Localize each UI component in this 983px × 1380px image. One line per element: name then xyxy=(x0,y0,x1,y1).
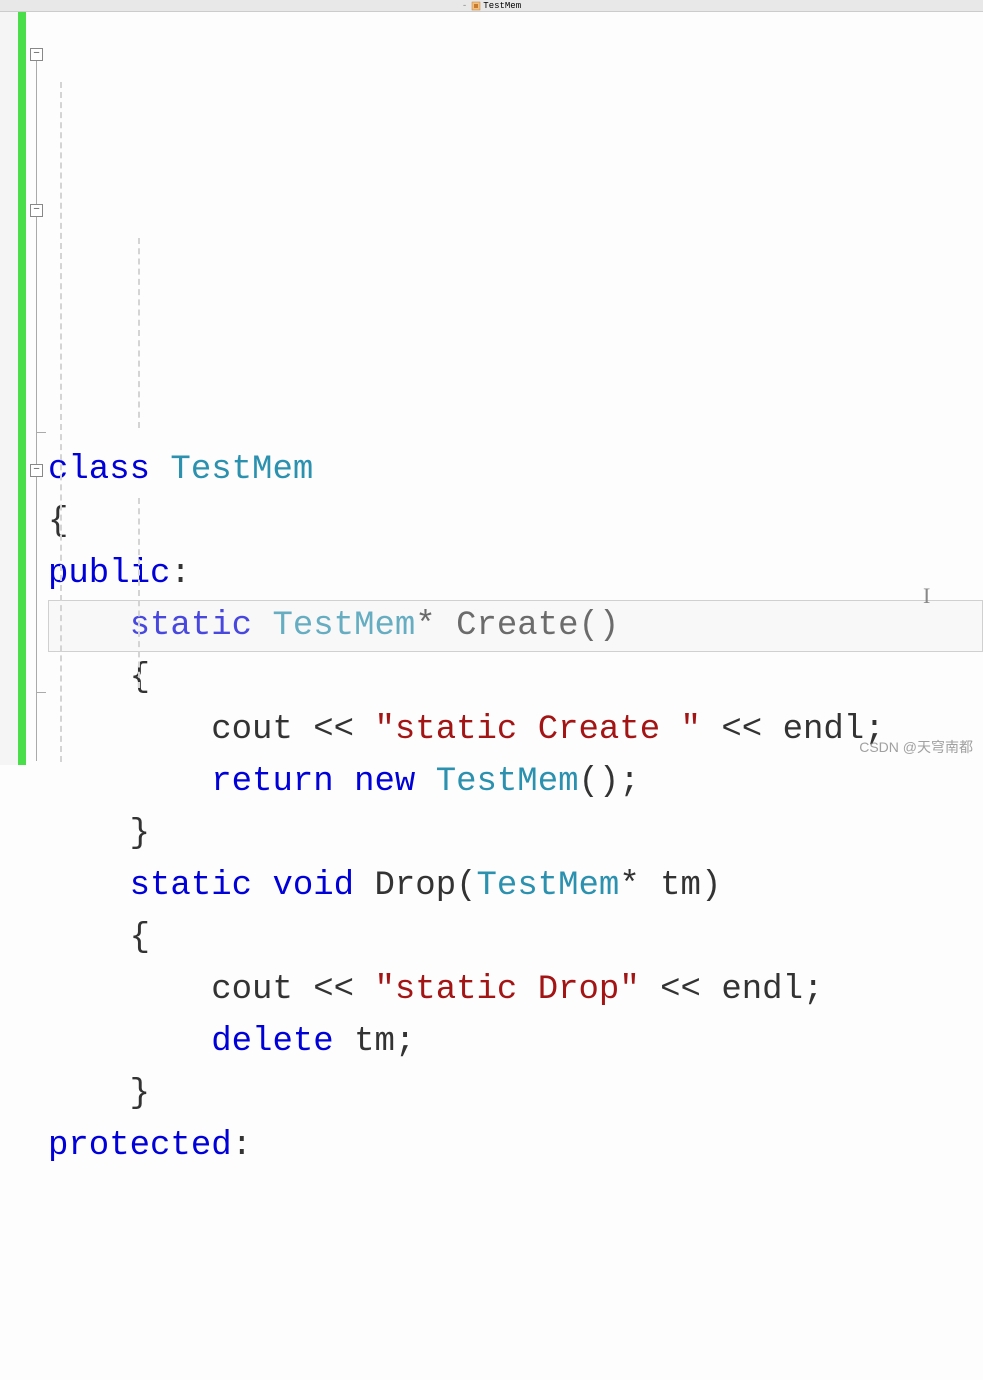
token-ident: tm xyxy=(660,860,701,912)
token-punct: ; xyxy=(395,1016,415,1068)
fold-end xyxy=(36,692,46,693)
code-line[interactable]: cout << "static Create " << endl; xyxy=(48,704,983,756)
token-kw: new xyxy=(354,756,436,808)
code-line[interactable]: class TestMem xyxy=(48,444,983,496)
token-punct: ( xyxy=(456,860,476,912)
token-type: TestMem xyxy=(477,860,620,912)
code-editor[interactable]: class TestMem{public: static TestMem* Cr… xyxy=(48,12,983,765)
token-type: TestMem xyxy=(436,756,579,808)
change-margin xyxy=(18,12,26,765)
token-str: "static Create " xyxy=(374,704,700,756)
indent-guide xyxy=(138,238,140,428)
indicator-margin xyxy=(0,12,18,765)
token-sp xyxy=(48,912,130,964)
token-op: << xyxy=(313,964,374,1016)
code-line[interactable]: static TestMem* Create() xyxy=(48,600,983,652)
class-icon xyxy=(471,1,481,11)
token-op: * xyxy=(415,600,456,652)
code-line[interactable]: delete tm; xyxy=(48,1016,983,1068)
token-kw: void xyxy=(272,860,374,912)
token-punct: } xyxy=(130,1068,150,1120)
class-dropdown[interactable]: - TestMem xyxy=(458,1,525,11)
token-type: TestMem xyxy=(170,444,313,496)
token-str: "static Drop" xyxy=(374,964,639,1016)
text-cursor-icon: I xyxy=(923,570,930,622)
code-line[interactable]: public: xyxy=(48,548,983,600)
fold-end xyxy=(36,432,46,433)
token-sp xyxy=(48,1016,211,1068)
token-punct: { xyxy=(48,496,68,548)
separator: - xyxy=(462,1,467,11)
token-sp xyxy=(48,860,130,912)
token-punct: : xyxy=(232,1120,252,1172)
token-op: * xyxy=(619,860,660,912)
fold-toggle-drop[interactable]: − xyxy=(30,464,43,477)
token-sp xyxy=(48,704,211,756)
token-kw: class xyxy=(48,444,170,496)
token-punct: (); xyxy=(579,756,640,808)
outlining-margin[interactable]: − − − xyxy=(26,12,48,765)
fold-toggle-class[interactable]: − xyxy=(30,48,43,61)
watermark: CSDN @天穹南都 xyxy=(859,737,973,757)
token-ident: Drop xyxy=(374,860,456,912)
token-kw: protected xyxy=(48,1120,232,1172)
fold-toggle-create[interactable]: − xyxy=(30,204,43,217)
token-punct: ) xyxy=(701,860,721,912)
indent-guide xyxy=(60,82,62,762)
code-line[interactable]: static void Drop(TestMem* tm) xyxy=(48,860,983,912)
code-line[interactable]: } xyxy=(48,1068,983,1120)
token-sp xyxy=(48,1068,130,1120)
navigation-bar: - TestMem xyxy=(0,0,983,12)
token-ident: cout xyxy=(211,964,313,1016)
indent-guide xyxy=(138,498,140,688)
token-ident: cout xyxy=(211,704,313,756)
code-line[interactable]: cout << "static Drop" << endl; xyxy=(48,964,983,1016)
code-line[interactable]: protected: xyxy=(48,1120,983,1172)
token-type: TestMem xyxy=(272,600,415,652)
token-punct: () xyxy=(579,600,620,652)
token-op: << xyxy=(640,964,722,1016)
token-kw: delete xyxy=(211,1016,354,1068)
token-ident: Create xyxy=(456,600,578,652)
code-line[interactable]: { xyxy=(48,912,983,964)
code-line[interactable]: { xyxy=(48,652,983,704)
token-sp xyxy=(48,808,130,860)
class-name-label: TestMem xyxy=(483,1,521,11)
token-punct: ; xyxy=(803,964,823,1016)
token-ident: endl xyxy=(783,704,865,756)
token-op: << xyxy=(701,704,783,756)
token-op: << xyxy=(313,704,374,756)
token-punct: } xyxy=(130,808,150,860)
token-kw: return xyxy=(211,756,354,808)
token-ident: endl xyxy=(721,964,803,1016)
code-line[interactable]: return new TestMem(); xyxy=(48,756,983,808)
token-punct: { xyxy=(130,912,150,964)
token-ident: tm xyxy=(354,1016,395,1068)
code-line[interactable]: { xyxy=(48,496,983,548)
token-sp xyxy=(48,964,211,1016)
token-kw: static xyxy=(130,600,273,652)
fold-line xyxy=(36,61,37,761)
token-punct: : xyxy=(170,548,190,600)
code-line[interactable]: } xyxy=(48,808,983,860)
token-kw: static xyxy=(130,860,273,912)
token-kw: public xyxy=(48,548,170,600)
token-sp xyxy=(48,756,211,808)
editor-area: − − − class TestMem{public: static TestM… xyxy=(0,12,983,765)
